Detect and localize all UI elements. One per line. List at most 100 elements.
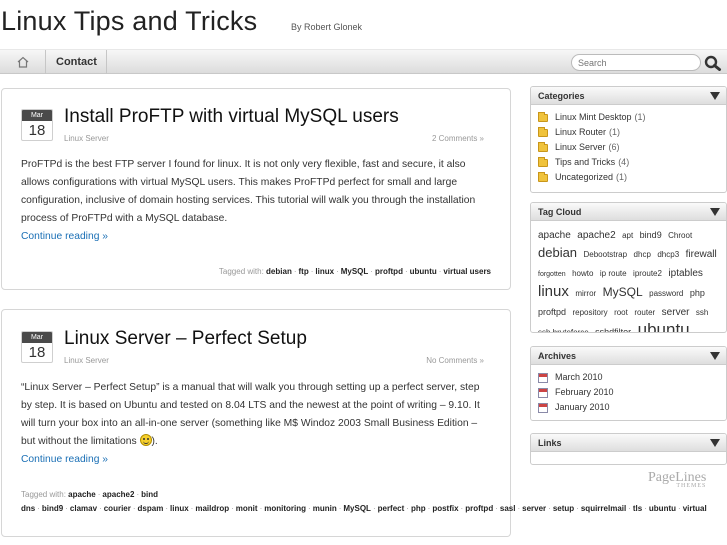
nav-contact[interactable]: Contact [47, 50, 107, 74]
tag-link[interactable]: virtual [683, 504, 707, 513]
archive-list: March 2010 February 2010 January 2010 [531, 365, 726, 415]
tag-link[interactable]: ftp [299, 267, 309, 276]
post-comments-link[interactable]: No Comments » [426, 356, 484, 365]
tagcloud-link[interactable]: Debootstrap [584, 250, 628, 259]
tag-link[interactable]: tls [633, 504, 642, 513]
site-title[interactable]: Linux Tips and Tricks [1, 6, 257, 37]
collapse-arrow-icon[interactable] [710, 352, 720, 360]
collapse-arrow-icon[interactable] [710, 208, 720, 216]
tag-link[interactable]: squirrelmail [581, 504, 626, 513]
category-item[interactable]: Linux Mint Desktop (1) [538, 110, 726, 125]
tagcloud-link[interactable]: mirror [575, 289, 596, 298]
tagcloud-link[interactable]: proftpd [538, 307, 566, 317]
search-button[interactable] [704, 55, 722, 71]
archive-item[interactable]: March 2010 [538, 370, 726, 385]
category-item[interactable]: Linux Router (1) [538, 125, 726, 140]
category-item[interactable]: Linux Server (6) [538, 140, 726, 155]
tagcloud-link[interactable]: php [690, 288, 705, 298]
tag-link[interactable]: ubuntu [410, 267, 437, 276]
category-label[interactable]: Linux Mint Desktop [555, 110, 632, 125]
post-comments-link[interactable]: 2 Comments » [432, 134, 484, 143]
tagcloud-link[interactable]: forgotten [538, 271, 566, 278]
tag-link[interactable]: linux [170, 504, 189, 513]
folder-icon [538, 111, 548, 122]
tag-link[interactable]: proftpd [375, 267, 403, 276]
tag-link[interactable]: virtual users [443, 267, 491, 276]
tag-link[interactable]: proftpd [465, 504, 493, 513]
tag-link[interactable]: php [411, 504, 426, 513]
tagcloud-link[interactable]: linux [538, 283, 569, 300]
tag-link[interactable]: courier [104, 504, 131, 513]
widget-header[interactable]: Tag Cloud [531, 203, 726, 221]
tagcloud-link[interactable]: ip route [600, 269, 627, 278]
archive-label[interactable]: March 2010 [555, 370, 603, 385]
tag-link[interactable]: MySQL [343, 504, 371, 513]
tagcloud-link[interactable]: bind9 [640, 230, 662, 240]
tagcloud-link[interactable]: ssh [696, 308, 708, 317]
tagcloud-link[interactable]: iproute2 [633, 269, 662, 278]
tagcloud-link[interactable]: iptables [668, 268, 702, 279]
tagcloud-link[interactable]: debian [538, 245, 577, 260]
tagcloud-link[interactable]: howto [572, 269, 593, 278]
tag-link[interactable]: apache [68, 490, 96, 499]
post-title[interactable]: Linux Server – Perfect Setup [64, 328, 307, 350]
tagcloud-link[interactable]: apache [538, 230, 571, 241]
tag-link[interactable]: maildrop [195, 504, 229, 513]
tag-link[interactable]: apache2 [102, 490, 134, 499]
pagelines-logo[interactable]: PageLines THEMES [648, 470, 706, 489]
tagcloud-link[interactable]: dhcp3 [657, 250, 679, 259]
category-label[interactable]: Linux Server [555, 140, 606, 155]
tagcloud-link[interactable]: apache2 [577, 230, 615, 241]
tagcloud-link[interactable]: ssh bruteforce [538, 328, 589, 332]
archive-label[interactable]: February 2010 [555, 385, 614, 400]
tag-link[interactable]: monitoring [264, 504, 306, 513]
tagcloud-link[interactable]: Chroot [668, 231, 692, 240]
continue-reading-link[interactable]: Continue reading » [21, 228, 108, 246]
tag-link[interactable]: debian [266, 267, 292, 276]
archive-label[interactable]: January 2010 [555, 400, 610, 415]
tag-link[interactable]: clamav [70, 504, 97, 513]
tag-link[interactable]: munin [313, 504, 337, 513]
collapse-arrow-icon[interactable] [710, 92, 720, 100]
tag-link[interactable]: postfix [432, 504, 458, 513]
archive-item[interactable]: February 2010 [538, 385, 726, 400]
post-title[interactable]: Install ProFTP with virtual MySQL users [64, 106, 399, 128]
category-label[interactable]: Uncategorized [555, 170, 613, 185]
tag-link[interactable]: monit [236, 504, 258, 513]
tag-link[interactable]: perfect [378, 504, 405, 513]
category-item[interactable]: Tips and Tricks (4) [538, 155, 726, 170]
tag-link[interactable]: sasl [500, 504, 516, 513]
tagcloud-link[interactable]: repository [572, 308, 607, 317]
tag-link[interactable]: dspam [138, 504, 164, 513]
post-category[interactable]: Linux Server [64, 356, 109, 365]
widget-header[interactable]: Categories [531, 87, 726, 105]
tagcloud-link[interactable]: dhcp [634, 250, 651, 259]
tagcloud-link[interactable]: router [634, 308, 655, 317]
continue-reading-link[interactable]: Continue reading » [21, 451, 108, 469]
category-count: (1) [609, 127, 621, 137]
nav-home[interactable] [0, 50, 46, 74]
tagcloud-link[interactable]: root [614, 308, 628, 317]
tagcloud-link[interactable]: ubuntu [638, 320, 690, 332]
tagcloud-link[interactable]: server [662, 307, 690, 318]
tagcloud-link[interactable]: MySQL [603, 285, 643, 299]
tag-link[interactable]: setup [553, 504, 574, 513]
search-input[interactable] [571, 54, 701, 71]
tag-link[interactable]: server [522, 504, 546, 513]
tag-link[interactable]: MySQL [341, 267, 369, 276]
tagcloud-link[interactable]: firewall [686, 249, 717, 260]
archive-item[interactable]: January 2010 [538, 400, 726, 415]
post-category[interactable]: Linux Server [64, 134, 109, 143]
tagcloud-link[interactable]: password [649, 289, 683, 298]
tag-link[interactable]: ubuntu [649, 504, 676, 513]
widget-header[interactable]: Archives [531, 347, 726, 365]
category-label[interactable]: Linux Router [555, 125, 606, 140]
category-label[interactable]: Tips and Tricks [555, 155, 615, 170]
collapse-arrow-icon[interactable] [710, 439, 720, 447]
tag-link[interactable]: bind9 [42, 504, 63, 513]
category-item[interactable]: Uncategorized (1) [538, 170, 726, 185]
widget-header[interactable]: Links [531, 434, 726, 452]
tag-link[interactable]: linux [315, 267, 334, 276]
tagcloud-link[interactable]: apt [622, 231, 633, 240]
tagcloud-link[interactable]: sshdfilter [595, 327, 631, 332]
